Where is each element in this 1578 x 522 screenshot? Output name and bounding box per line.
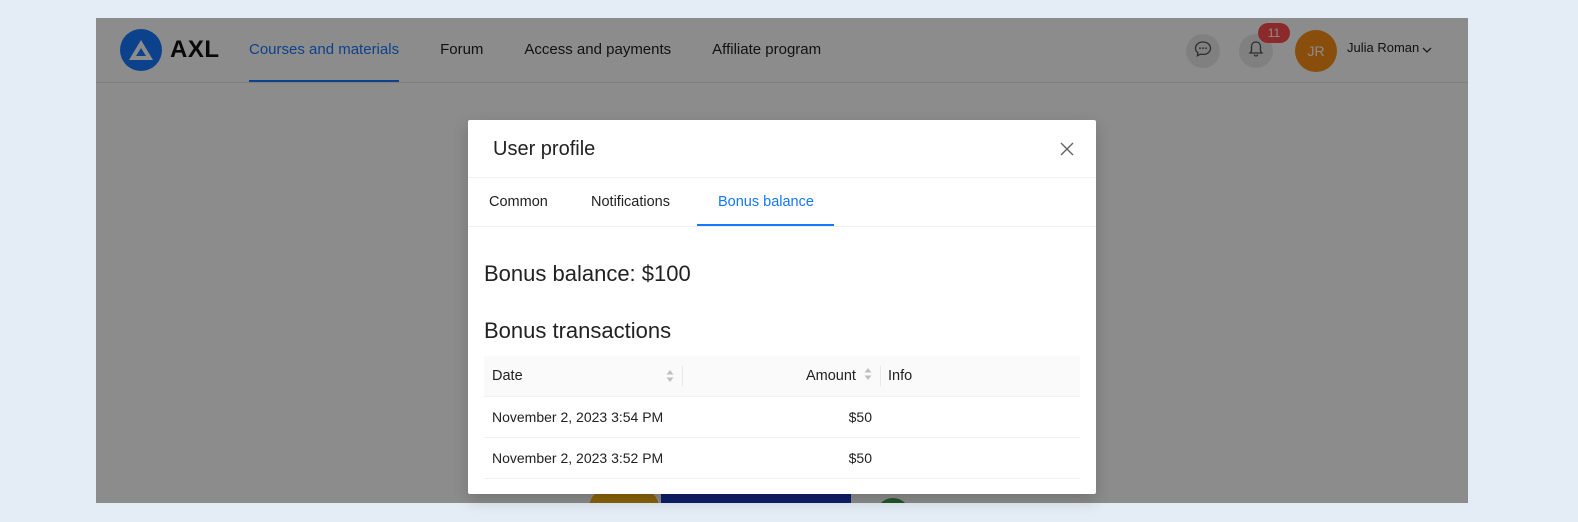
- tab-notifications[interactable]: Notifications: [591, 178, 670, 226]
- user-profile-modal: User profile Common Notifications Bonus …: [468, 120, 1096, 494]
- bonus-balance-heading: Bonus balance: $100: [484, 261, 691, 286]
- active-tab-indicator: [697, 224, 834, 226]
- cell-info: [880, 437, 1080, 479]
- tab-common[interactable]: Common: [489, 178, 548, 226]
- column-header-date[interactable]: Date: [484, 356, 682, 397]
- table-row: November 2, 2023 3:54 PM $50: [484, 396, 1080, 438]
- cell-amount: $50: [682, 396, 880, 438]
- cell-date: November 2, 2023 3:52 PM: [484, 437, 682, 479]
- column-header-amount[interactable]: Amount: [682, 356, 880, 397]
- modal-header: User profile: [468, 120, 1096, 178]
- cell-date: November 2, 2023 3:54 PM: [484, 396, 682, 438]
- tab-bonus-balance[interactable]: Bonus balance: [718, 178, 814, 226]
- cell-amount: $50: [682, 437, 880, 479]
- table-row: November 2, 2023 3:52 PM $50: [484, 437, 1080, 479]
- sort-icon[interactable]: [666, 369, 674, 387]
- modal-title: User profile: [493, 138, 596, 160]
- cell-info: [880, 396, 1080, 438]
- bonus-transactions-table: Date Amount Info November 2, 2023 3:54 P…: [484, 356, 1080, 479]
- column-header-label: Date: [492, 368, 523, 384]
- column-header-info: Info: [880, 356, 1080, 397]
- sort-icon[interactable]: [864, 367, 872, 385]
- profile-tabs: Common Notifications Bonus balance: [468, 178, 1096, 227]
- close-icon[interactable]: [1058, 140, 1076, 158]
- bonus-transactions-heading: Bonus transactions: [484, 318, 672, 343]
- column-header-label: Amount: [805, 367, 856, 384]
- table-header-row: Date Amount Info: [484, 356, 1080, 397]
- column-header-label: Info: [888, 368, 913, 384]
